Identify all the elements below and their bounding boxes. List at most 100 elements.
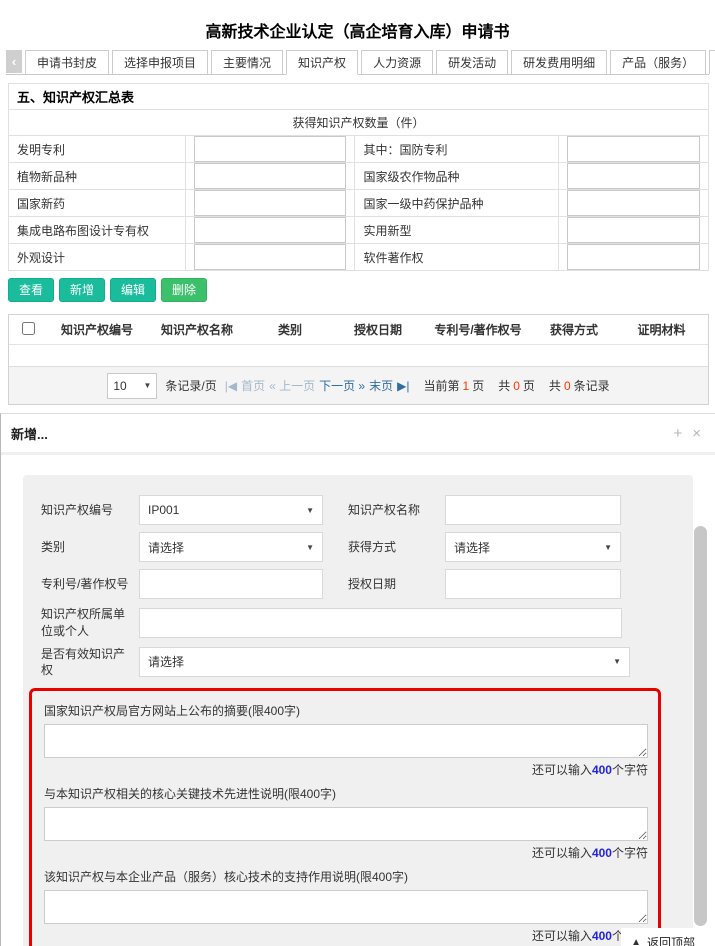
row-label: 软件著作权 (355, 244, 559, 271)
chevron-up-icon: ▲ (631, 937, 641, 946)
category-label: 类别 (41, 539, 139, 555)
utility-model-count-input[interactable] (567, 217, 700, 243)
row-label: 外观设计 (9, 244, 186, 271)
total-pages-status: 共 0 页 (498, 377, 535, 394)
row-label: 其中：国防专利 (355, 136, 559, 163)
column-header: 专利号/著作权号 (423, 321, 533, 338)
table-row: 国家新药 国家一级中药保护品种 (9, 190, 709, 217)
summary-subheader: 获得知识产权数量（件） (9, 110, 709, 136)
column-header: 类别 (247, 321, 333, 338)
pager-links: |◀ 首页 « 上一页 下一页 » 末页 ▶| (225, 377, 410, 394)
auth-date-label: 授权日期 (348, 576, 445, 592)
dropdown-caret-icon: ▼ (604, 543, 612, 552)
support-role-label: 该知识产权与本企业产品（服务）核心技术的支持作用说明(限400字) (44, 868, 648, 885)
column-header: 获得方式 (533, 321, 615, 338)
table-row: 植物新品种 国家级农作物品种 (9, 163, 709, 190)
table-row: 发明专利 其中：国防专利 (9, 136, 709, 163)
grid-header: 知识产权编号 知识产权名称 类别 授权日期 专利号/著作权号 获得方式 证明材料 (9, 315, 708, 345)
next-page-link[interactable]: 下一页 » (319, 377, 365, 394)
ic-layout-count-input[interactable] (194, 217, 347, 243)
first-page-icon[interactable]: |◀ (225, 379, 237, 393)
software-copyright-count-input[interactable] (567, 244, 700, 270)
abstract-textarea[interactable] (44, 724, 648, 758)
current-page-status: 当前第 1 页 (423, 377, 484, 394)
tab-intellectual-property[interactable]: 知识产权 (286, 50, 358, 75)
char-counter: 还可以输入400个字符 (44, 761, 648, 778)
grid-toolbar: 查看 新增 编辑 删除 (8, 278, 715, 302)
tcm-protection-count-input[interactable] (567, 190, 700, 216)
delete-button[interactable]: 删除 (161, 278, 207, 302)
last-page-link[interactable]: 末页 (369, 377, 393, 394)
row-label: 国家一级中药保护品种 (355, 190, 559, 217)
modal-scrollbar[interactable] (694, 526, 707, 926)
modal-title: 新增... (11, 424, 48, 443)
defense-patent-count-input[interactable] (567, 136, 700, 162)
view-button[interactable]: 查看 (8, 278, 54, 302)
last-page-icon[interactable]: ▶| (397, 379, 409, 393)
tab-cover[interactable]: 申请书封皮 (25, 50, 109, 74)
abstract-label: 国家知识产权局官方网站上公布的摘要(限400字) (44, 702, 648, 719)
row-label: 植物新品种 (9, 163, 186, 190)
obtain-method-label: 获得方式 (348, 539, 445, 555)
patent-no-input[interactable] (148, 570, 314, 598)
back-to-top-button[interactable]: ▲ 返回顶部 (621, 928, 707, 946)
column-header: 证明材料 (615, 321, 708, 338)
add-button[interactable]: 新增 (59, 278, 105, 302)
prev-page-link[interactable]: « 上一页 (269, 377, 315, 394)
tab-main-info[interactable]: 主要情况 (211, 50, 283, 74)
owner-input[interactable] (148, 609, 613, 637)
ip-code-label: 知识产权编号 (41, 502, 139, 518)
tab-products-services[interactable]: 产品（服务） (610, 50, 706, 74)
ip-grid: 知识产权编号 知识产权名称 类别 授权日期 专利号/著作权号 获得方式 证明材料… (8, 314, 709, 405)
tab-human-resources[interactable]: 人力资源 (361, 50, 433, 74)
row-label: 国家新药 (9, 190, 186, 217)
column-header: 授权日期 (333, 321, 423, 338)
dropdown-caret-icon: ▼ (613, 657, 621, 666)
grid-empty-body (9, 345, 708, 366)
tabs-scroll-left-icon[interactable]: ‹ (6, 50, 22, 73)
row-label: 国家级农作物品种 (355, 163, 559, 190)
invention-patent-count-input[interactable] (194, 136, 347, 162)
auth-date-input[interactable] (454, 570, 612, 598)
obtain-method-select[interactable]: 请选择 ▼ (445, 532, 621, 562)
ip-name-input[interactable] (454, 496, 612, 524)
valid-ip-select[interactable]: 请选择 ▼ (139, 647, 630, 677)
ip-summary-table: 五、知识产权汇总表 获得知识产权数量（件） 发明专利 其中：国防专利 植物新品种… (8, 83, 709, 271)
column-header: 知识产权编号 (47, 321, 147, 338)
column-header: 知识产权名称 (147, 321, 247, 338)
tech-advancement-textarea[interactable] (44, 807, 648, 841)
page-title: 高新技术企业认定（高企培育入库）申请书 (0, 0, 715, 42)
close-icon[interactable]: × (692, 426, 701, 441)
per-page-label: 条记录/页 (165, 377, 216, 394)
highlighted-section: 国家知识产权局官方网站上公布的摘要(限400字) 还可以输入400个字符 与本知… (29, 688, 661, 946)
edit-button[interactable]: 编辑 (110, 278, 156, 302)
page-size-select[interactable]: 10 ▼ (107, 373, 157, 399)
owner-label: 知识产权所属单位或个人 (41, 606, 139, 638)
select-all-checkbox[interactable] (22, 322, 35, 335)
tab-rd-activities[interactable]: 研发活动 (436, 50, 508, 74)
tab-rd-expense-detail[interactable]: 研发费用明细 (511, 50, 607, 74)
tab-achievement-transform[interactable]: 科技成果转化 (709, 50, 715, 74)
table-row: 外观设计 软件著作权 (9, 244, 709, 271)
plant-variety-count-input[interactable] (194, 163, 347, 189)
total-records-status: 共 0 条记录 (549, 377, 610, 394)
char-counter: 还可以输入400个字符 (44, 844, 648, 861)
design-count-input[interactable] (194, 244, 347, 270)
collapse-plus-icon[interactable]: + (673, 426, 682, 441)
ip-code-select[interactable]: IP001 ▼ (139, 495, 323, 525)
page-size-value: 10 (113, 379, 126, 393)
patent-no-label: 专利号/著作权号 (41, 576, 139, 592)
support-role-textarea[interactable] (44, 890, 648, 924)
current-page-number: 1 (463, 379, 470, 393)
total-records-number: 0 (564, 379, 571, 393)
new-drug-count-input[interactable] (194, 190, 347, 216)
total-pages-number: 0 (513, 379, 520, 393)
dropdown-caret-icon: ▼ (143, 381, 151, 390)
table-row: 集成电路布图设计专有权 实用新型 (9, 217, 709, 244)
tab-bar: ‹ 申请书封皮 选择申报项目 主要情况 知识产权 人力资源 研发活动 研发费用明… (6, 50, 709, 75)
tab-select-project[interactable]: 选择申报项目 (112, 50, 208, 74)
modal-form-panel: 知识产权编号 IP001 ▼ 知识产权名称 类别 请选择 ▼ 获得方式 请选择 … (23, 475, 693, 946)
first-page-link[interactable]: 首页 (241, 377, 265, 394)
category-select[interactable]: 请选择 ▼ (139, 532, 323, 562)
crop-variety-count-input[interactable] (567, 163, 700, 189)
